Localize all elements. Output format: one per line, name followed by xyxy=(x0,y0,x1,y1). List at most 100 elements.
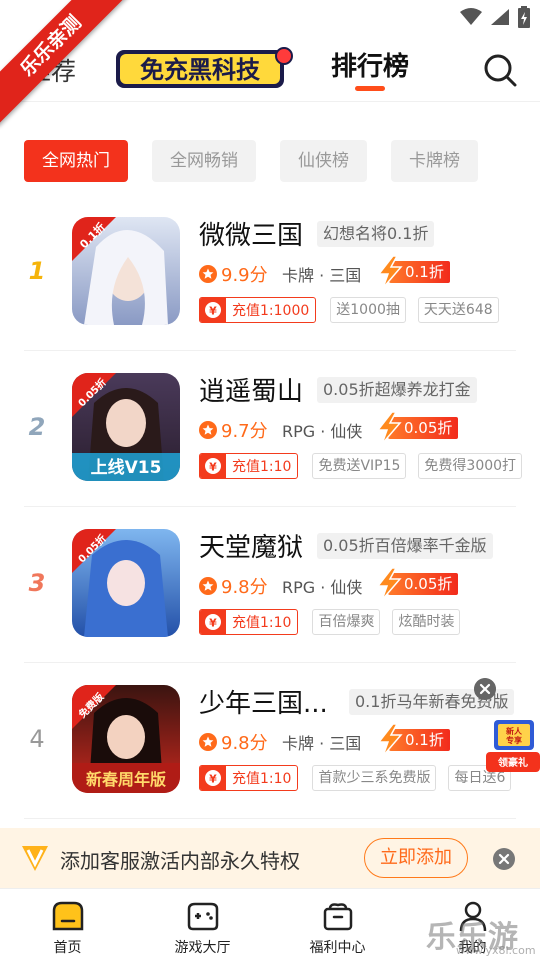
svg-text:¥: ¥ xyxy=(209,773,217,786)
nav-home[interactable]: 首页 xyxy=(0,889,135,960)
feature-tag: 百倍爆爽 xyxy=(312,609,381,635)
status-icons xyxy=(460,6,530,28)
promo-close-icon[interactable] xyxy=(493,848,515,870)
rating-score: 9.8分 xyxy=(221,577,268,598)
rating: 9.8分 xyxy=(199,729,268,755)
recharge-tag: ¥ 充值1:1000 xyxy=(199,297,317,323)
game-title: 少年三国... xyxy=(199,689,328,719)
rating-score: 9.7分 xyxy=(221,421,268,442)
game-title: 天堂魔狱 xyxy=(199,533,304,563)
yen-icon: ¥ xyxy=(200,610,226,634)
feature-tag: 天天送648 xyxy=(417,297,499,323)
rank-number: 2 xyxy=(28,413,46,441)
recharge-ratio: 充值1:1000 xyxy=(232,303,310,319)
star-icon xyxy=(199,577,217,595)
watermark-url: www.yx8l.com xyxy=(456,944,536,957)
game-tags: ¥ 充值1:10 免费送VIP15 免费得3000打 xyxy=(199,453,534,479)
rank-number: 1 xyxy=(28,257,46,285)
gift-line3: 领豪礼 xyxy=(498,756,528,769)
filter-card[interactable]: 卡牌榜 xyxy=(391,140,478,182)
search-icon[interactable] xyxy=(482,52,518,88)
rating-score: 9.8分 xyxy=(221,733,268,754)
game-category: 卡牌 · 三国 xyxy=(282,266,362,285)
svg-text:¥: ¥ xyxy=(209,617,217,630)
game-icon[interactable]: 0.1折 xyxy=(72,217,180,325)
home-icon xyxy=(52,901,83,931)
lightning-icon xyxy=(376,568,402,600)
feature-tag: 炫酷时装 xyxy=(392,609,461,635)
icon-caption: 新春周年版 xyxy=(86,770,166,789)
active-tab-indicator xyxy=(355,86,385,91)
rating: 9.8分 xyxy=(199,573,268,599)
rank-number: 3 xyxy=(28,569,46,597)
gift-box-icon xyxy=(323,903,352,931)
yen-icon: ¥ xyxy=(200,454,226,478)
filter-best-selling[interactable]: 全网畅销 xyxy=(152,140,256,182)
game-tagline: 0.05折百倍爆率千金版 xyxy=(317,533,493,559)
game-title: 微微三国 xyxy=(199,221,304,251)
game-tags: ¥ 充值1:10 百倍爆爽 炫酷时装 xyxy=(199,609,472,635)
signal-icon xyxy=(491,9,509,25)
ribbon-label: 乐乐亲测 xyxy=(0,0,130,126)
tab-ranking[interactable]: 排行榜 xyxy=(331,46,409,83)
nav-home-label: 首页 xyxy=(53,940,82,956)
app-logo: 免充黑科技 xyxy=(116,47,293,88)
game-tagline: 0.05折超爆养龙打金 xyxy=(317,377,477,403)
add-now-button[interactable]: 立即添加 xyxy=(364,838,468,878)
lightning-icon xyxy=(377,256,403,288)
vip-v-icon xyxy=(22,846,48,871)
gift-close-icon[interactable] xyxy=(474,678,496,700)
game-icon[interactable]: 0.05折 xyxy=(72,529,180,637)
rating: 9.7分 xyxy=(199,417,268,443)
nav-welfare-label: 福利中心 xyxy=(309,940,366,956)
game-title: 逍遥蜀山 xyxy=(199,377,304,407)
game-tagline: 幻想名将0.1折 xyxy=(317,221,435,247)
gift-line1: 新人 xyxy=(506,726,523,736)
logo-text: 免充黑科技 xyxy=(140,56,261,84)
icon-caption: 上线V15 xyxy=(91,457,162,478)
yen-icon: ¥ xyxy=(200,766,226,790)
promo-banner[interactable]: 添加客服激活内部永久特权 立即添加 xyxy=(0,828,540,888)
lightning-icon xyxy=(377,724,403,756)
svg-text:¥: ¥ xyxy=(209,305,217,318)
game-icon[interactable]: 新春周年版 免费版 xyxy=(72,685,180,793)
gamepad-icon xyxy=(187,902,218,931)
filter-xianxia[interactable]: 仙侠榜 xyxy=(280,140,367,182)
game-row[interactable]: 3 0.05折 天堂魔狱 0.05折百倍爆率千金版 9.8分 RPG · 仙侠 … xyxy=(24,507,516,663)
recharge-ratio: 充值1:10 xyxy=(232,771,292,787)
game-tags: ¥ 充值1:10 首款少三系免费版 每日送6 xyxy=(199,765,523,791)
game-row[interactable]: 1 0.1折 微微三国 幻想名将0.1折 9.9分 卡牌 · 三国 0.1折 ¥ xyxy=(24,195,516,351)
recharge-ratio: 充值1:10 xyxy=(232,615,292,631)
star-icon xyxy=(199,733,217,751)
ranking-filters: 全网热门 全网畅销 仙侠榜 卡牌榜 xyxy=(24,140,502,182)
game-list: 1 0.1折 微微三国 幻想名将0.1折 9.9分 卡牌 · 三国 0.1折 ¥ xyxy=(0,195,540,819)
nav-game-hall[interactable]: 游戏大厅 xyxy=(135,889,270,960)
filter-all-hot[interactable]: 全网热门 xyxy=(24,140,128,182)
promo-text: 添加客服激活内部永久特权 xyxy=(60,849,300,873)
recharge-ratio: 充值1:10 xyxy=(232,459,292,475)
nav-welfare[interactable]: 福利中心 xyxy=(270,889,405,960)
recharge-tag: ¥ 充值1:10 xyxy=(199,453,299,479)
star-icon xyxy=(199,421,217,439)
feature-tag: 送1000抽 xyxy=(330,297,406,323)
yen-icon: ¥ xyxy=(200,298,226,322)
game-category: 卡牌 · 三国 xyxy=(282,734,362,753)
rating-score: 9.9分 xyxy=(221,265,268,286)
svg-text:¥: ¥ xyxy=(209,461,217,474)
recharge-tag: ¥ 充值1:10 xyxy=(199,765,299,791)
promo-ribbon: 乐乐亲测 xyxy=(0,0,130,130)
star-icon xyxy=(199,265,217,283)
nav-game-hall-label: 游戏大厅 xyxy=(174,940,231,956)
feature-tag: 免费得3000打 xyxy=(418,453,523,479)
recharge-tag: ¥ 充值1:10 xyxy=(199,609,299,635)
newbie-gift-icon[interactable]: 新人 专享 领豪礼 xyxy=(486,716,540,776)
lightning-icon xyxy=(376,412,402,444)
wifi-icon xyxy=(460,8,482,25)
game-row[interactable]: 4 新春周年版 免费版 少年三国... 0.1折马年新春免费版 9.8分 卡牌 … xyxy=(24,663,516,819)
game-row[interactable]: 2 上线V15 0.05折 逍遥蜀山 0.05折超爆养龙打金 9.7分 RPG … xyxy=(24,351,523,507)
rank-number: 4 xyxy=(29,725,45,753)
feature-tag: 首款少三系免费版 xyxy=(312,765,437,791)
battery-icon xyxy=(518,6,530,28)
game-icon[interactable]: 上线V15 0.05折 xyxy=(72,373,180,481)
game-category: RPG · 仙侠 xyxy=(282,422,363,441)
